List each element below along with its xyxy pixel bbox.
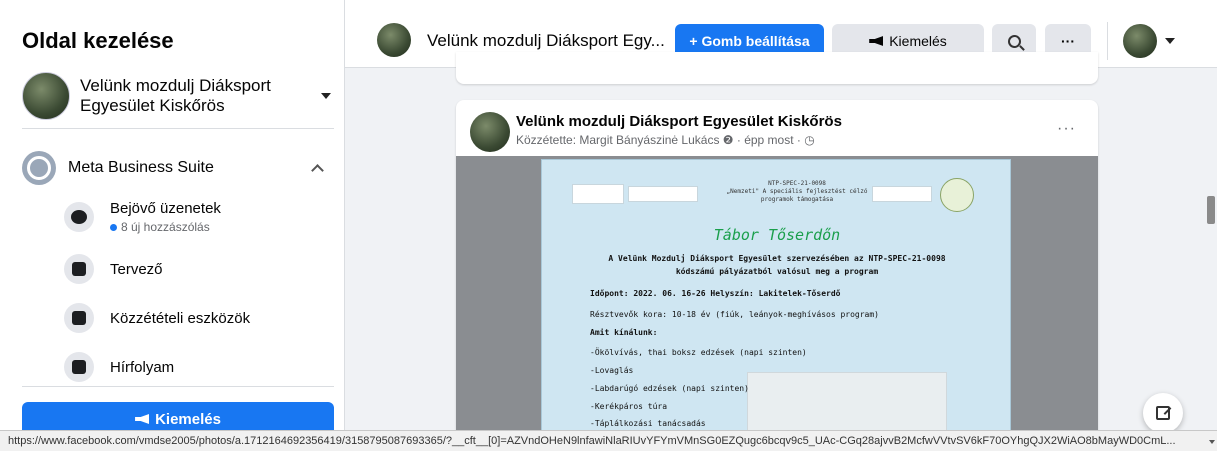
ministry-logo bbox=[628, 186, 698, 202]
post-card: Velünk mozdulj Diáksport Egyesület Kiskő… bbox=[456, 100, 1098, 440]
flyer-offer: -Lovaglás bbox=[590, 366, 634, 375]
flyer-offer: -Ökölvívás, thai boksz edzések (napi szi… bbox=[590, 348, 807, 357]
divider bbox=[1107, 22, 1108, 60]
sidebar-item-news-feed[interactable]: Hírfolyam bbox=[64, 352, 334, 382]
boost-label: Kiemelés bbox=[155, 410, 221, 428]
sidebar-item-inbox[interactable]: Bejövő üzenetek 8 új hozzászólás bbox=[64, 200, 334, 234]
megaphone-icon bbox=[869, 36, 884, 46]
divider bbox=[22, 386, 334, 387]
meta-business-suite-toggle[interactable]: Meta Business Suite bbox=[22, 150, 334, 186]
flyer-offer-heading: Amit kínálunk: bbox=[590, 328, 658, 337]
caret-down-icon[interactable] bbox=[1165, 38, 1175, 44]
profile-avatar[interactable] bbox=[1123, 24, 1157, 58]
edit-icon bbox=[1156, 406, 1170, 420]
flyer-title: Tábor Tőserdőn bbox=[713, 226, 841, 244]
publishing-tools-icon bbox=[64, 303, 94, 333]
previous-post-card bbox=[456, 52, 1098, 84]
news-feed-icon bbox=[64, 352, 94, 382]
ntp-header: NTP-SPEC-21-0098 „Nemzeti" A speciális f… bbox=[726, 180, 868, 203]
flyer-age-line: Résztvevők kora: 10-18 év (fiúk, leányok… bbox=[590, 310, 879, 319]
page-avatar bbox=[22, 72, 70, 120]
caret-down-icon bbox=[321, 93, 331, 99]
club-tree-logo bbox=[940, 178, 974, 212]
unread-text: 8 új hozzászólás bbox=[121, 220, 210, 234]
sidebar-item-label: Hírfolyam bbox=[110, 358, 175, 376]
header-page-title[interactable]: Velünk mozdulj Diáksport Egy... bbox=[427, 31, 665, 51]
chat-bubble-icon bbox=[64, 202, 94, 232]
flyer-logos: NTP-SPEC-21-0098 „Nemzeti" A speciális f… bbox=[572, 174, 982, 214]
flyer-offer: -Táplálkozási tanácsadás bbox=[590, 419, 706, 428]
megaphone-icon bbox=[135, 414, 150, 424]
post-author[interactable]: Velünk mozdulj Diáksport Egyesület Kiskő… bbox=[516, 113, 842, 130]
flyer-offer: -Kerékpáros túra bbox=[590, 402, 668, 411]
sidebar-item-planner[interactable]: Tervező bbox=[64, 254, 334, 284]
flyer-intro: kódszámú pályázatból valósul meg a progr… bbox=[675, 267, 879, 276]
unread-count: 8 új hozzászólás bbox=[110, 220, 221, 234]
meta-business-suite-icon bbox=[22, 151, 56, 185]
page-name: Velünk mozdulj Diáksport Egyesület Kiskő… bbox=[80, 76, 271, 115]
flyer-offer: -Labdarúgó edzések (napi szinten) bbox=[590, 384, 749, 393]
sidebar-item-publishing-tools[interactable]: Közzétételi eszközök bbox=[64, 303, 334, 333]
search-icon bbox=[1007, 34, 1021, 48]
flyer-date-line: Időpont: 2022. 06. 16-26 Helyszín: Lakit… bbox=[590, 289, 841, 298]
compose-button[interactable] bbox=[1143, 393, 1183, 433]
unread-dot-icon bbox=[110, 223, 117, 231]
flyer-image[interactable]: NTP-SPEC-21-0098 „Nemzeti" A speciális f… bbox=[541, 159, 1011, 440]
talent-program-logo bbox=[872, 186, 932, 202]
scroll-down-arrow-icon[interactable] bbox=[1209, 440, 1215, 444]
calendar-grid-icon bbox=[64, 254, 94, 284]
header-boost-label: Kiemelés bbox=[889, 33, 947, 49]
status-bar-url: https://www.facebook.com/vmdse2005/photo… bbox=[0, 430, 1217, 451]
page-management-sidebar: Oldal kezelése Velünk mozdulj Diáksport … bbox=[0, 0, 345, 451]
scrollbar-thumb[interactable] bbox=[1207, 196, 1215, 224]
flyer-intro: A Velünk Mozdulj Diáksport Egyesület sze… bbox=[608, 254, 946, 263]
sidebar-item-label: Közzétételi eszközök bbox=[110, 309, 251, 327]
chevron-up-icon bbox=[311, 163, 324, 177]
post-more-options[interactable]: ··· bbox=[1057, 120, 1076, 138]
government-logo bbox=[572, 184, 624, 204]
sidebar-item-label: Tervező bbox=[110, 260, 163, 278]
header-page-avatar[interactable] bbox=[377, 23, 411, 57]
page-switcher[interactable]: Velünk mozdulj Diáksport Egyesület Kiskő… bbox=[22, 70, 337, 122]
post-author-avatar[interactable] bbox=[470, 112, 510, 152]
divider bbox=[22, 128, 334, 129]
sidebar-item-label: Bejövő üzenetek bbox=[110, 200, 221, 217]
sidebar-title: Oldal kezelése bbox=[22, 28, 174, 53]
post-meta: Közzétette: Margit Bányászinė Lukács ❷ ·… bbox=[516, 133, 815, 147]
section-label: Meta Business Suite bbox=[68, 159, 214, 176]
